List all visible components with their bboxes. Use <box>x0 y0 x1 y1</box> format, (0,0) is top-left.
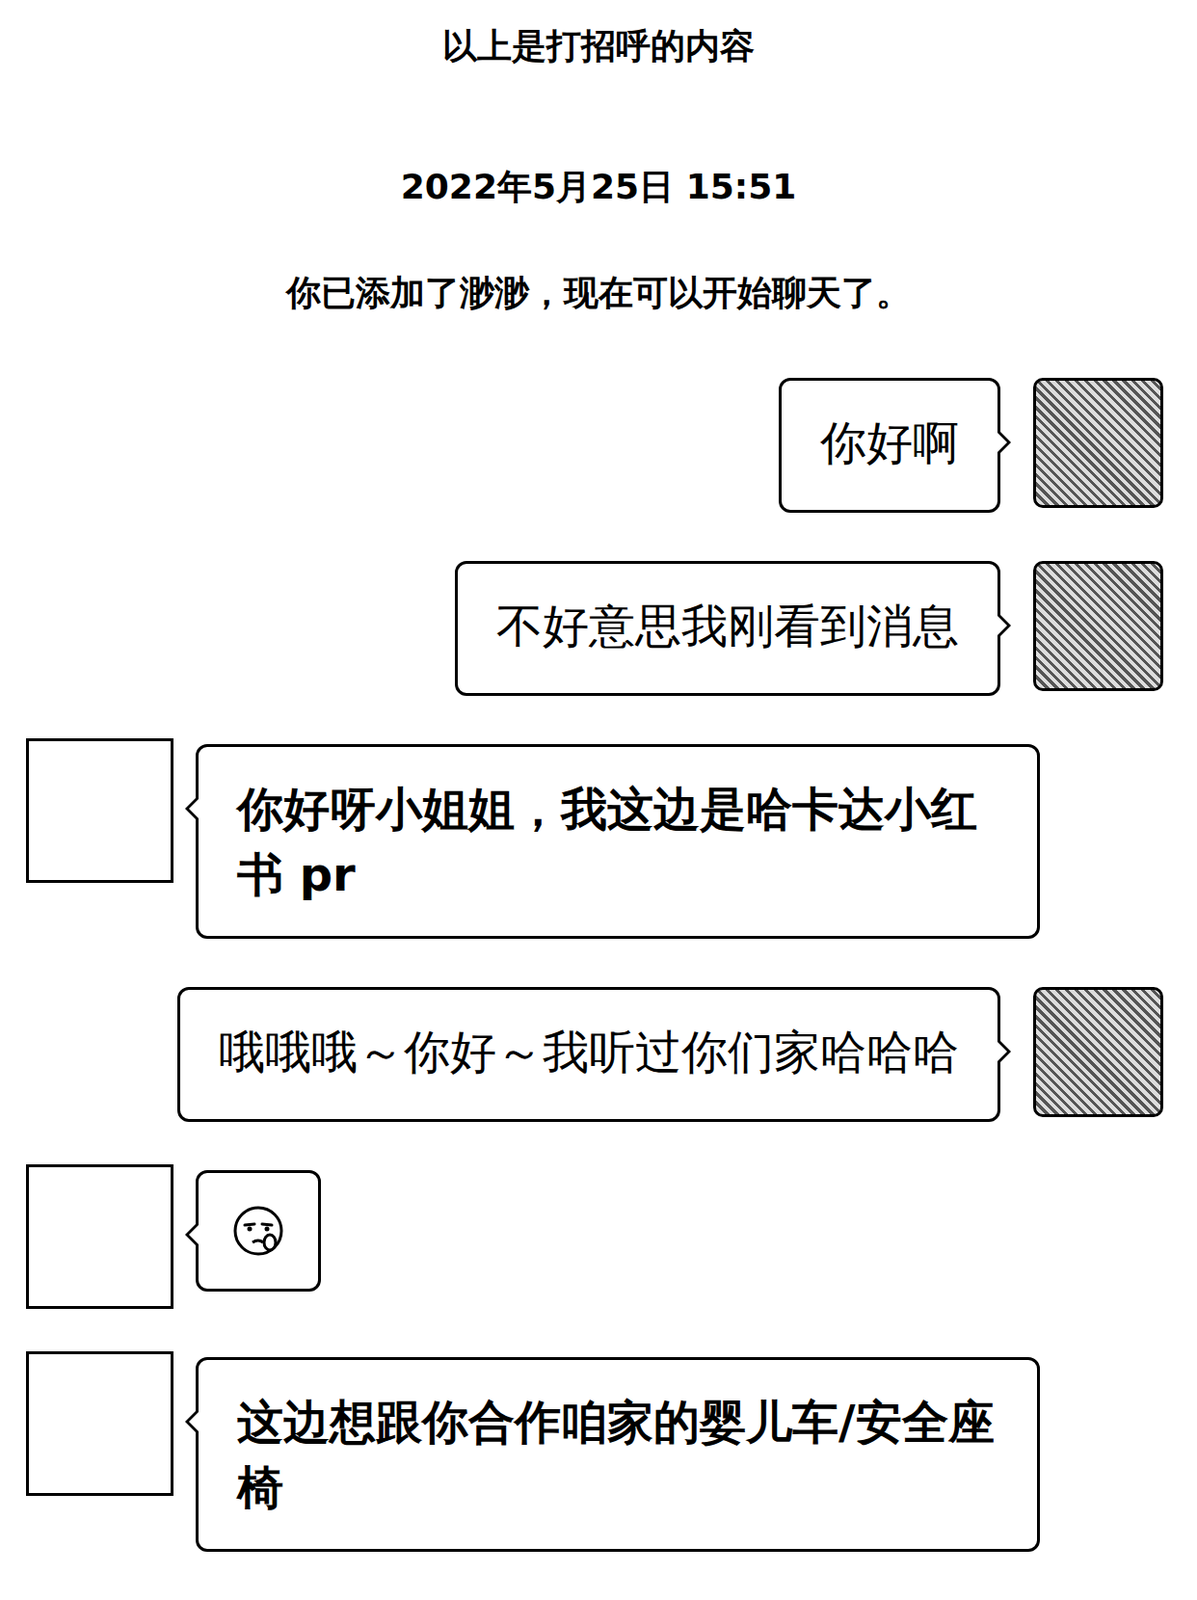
message-text: 你好啊 <box>820 409 959 476</box>
message-text: 你好呀小姐姐，我这边是哈卡达小红书 pr <box>237 775 999 907</box>
notice: 以上是打招呼的内容 <box>0 21 1197 72</box>
chat-view: 以上是打招呼的内容 2022年5月25日 15:51 你已添加了渺渺，现在可以开始聊… <box>0 0 1197 1600</box>
message-text: 不好意思我刚看到消息 <box>496 592 959 659</box>
sticker-icon <box>231 1203 286 1258</box>
avatar[interactable] <box>1033 560 1164 692</box>
message-bubble[interactable]: 你好啊 <box>778 377 1001 513</box>
message-bubble[interactable] <box>195 1170 321 1292</box>
avatar[interactable] <box>26 738 174 883</box>
message-text: 哦哦哦～你好～我听过你们家哈哈哈 <box>218 1018 959 1085</box>
message-row <box>0 1170 1197 1309</box>
avatar[interactable] <box>1033 377 1164 508</box>
avatar[interactable] <box>26 1351 174 1496</box>
message-row: 哦哦哦～你好～我听过你们家哈哈哈 <box>0 986 1197 1122</box>
message-row: 你好啊 <box>0 377 1197 513</box>
message-row: 不好意思我刚看到消息 <box>0 560 1197 696</box>
message-bubble[interactable]: 你好呀小姐姐，我这边是哈卡达小红书 pr <box>195 744 1040 939</box>
message-bubble[interactable]: 不好意思我刚看到消息 <box>454 560 1001 696</box>
avatar[interactable] <box>26 1164 174 1309</box>
notice: 你已添加了渺渺，现在可以开始聊天了。 <box>0 267 1197 319</box>
message-row: 这边想跟你合作咱家的婴儿车/安全座椅 <box>0 1356 1197 1552</box>
message-row: 你好呀小姐姐，我这边是哈卡达小红书 pr <box>0 744 1197 939</box>
notice: 2022年5月25日 15:51 <box>0 161 1197 213</box>
message-bubble[interactable]: 哦哦哦～你好～我听过你们家哈哈哈 <box>177 986 1001 1122</box>
message-bubble[interactable]: 这边想跟你合作咱家的婴儿车/安全座椅 <box>195 1356 1040 1552</box>
message-text: 这边想跟你合作咱家的婴儿车/安全座椅 <box>237 1388 999 1520</box>
avatar[interactable] <box>1033 986 1164 1118</box>
